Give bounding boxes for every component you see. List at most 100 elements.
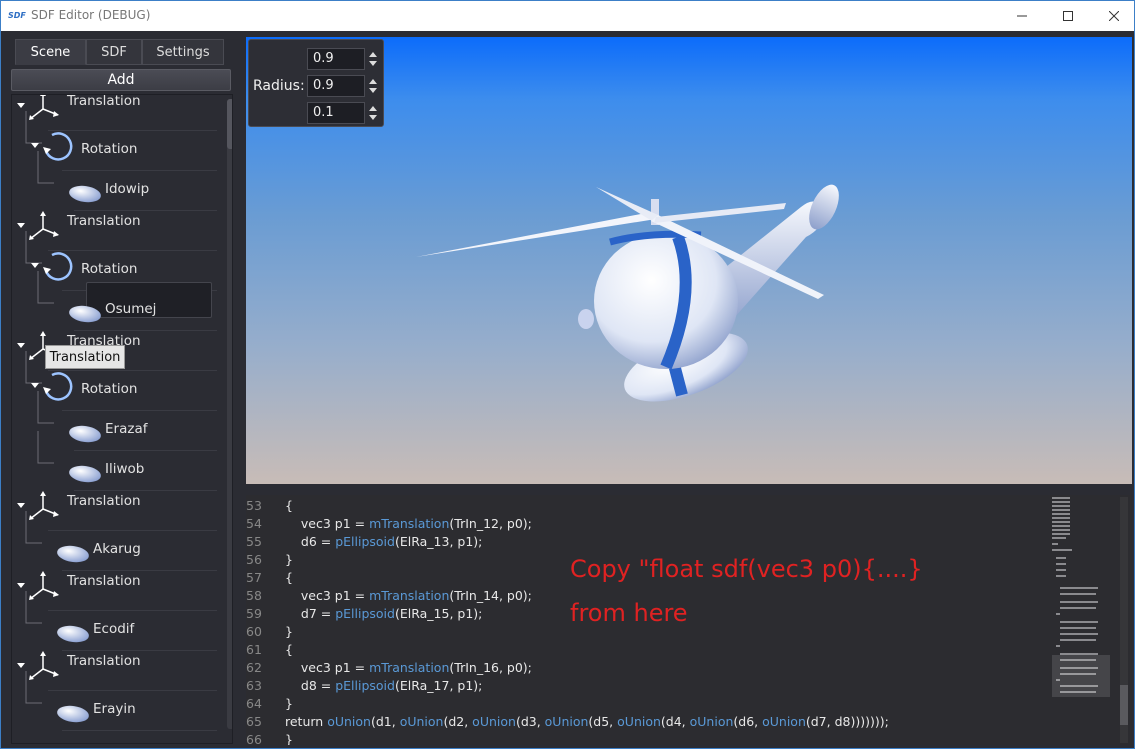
spin-arrows-icon [369, 52, 377, 66]
line-number: 61 [246, 642, 262, 657]
line-number: 55 [246, 534, 262, 549]
code-token: d6 = [285, 534, 336, 549]
code-scrollbar-thumb[interactable] [1120, 685, 1128, 725]
code-line[interactable]: 55 d6 = pEllipsoid(ElRa_13, p1); [246, 534, 482, 552]
code-token: (TrIn_16, p0); [449, 660, 532, 675]
expand-arrow-icon[interactable] [30, 261, 40, 269]
code-token: (ElRa_17, p1); [394, 678, 483, 693]
tree-scrollbar-thumb[interactable] [227, 99, 232, 149]
code-token: (d6, [733, 714, 763, 729]
expand-arrow-icon[interactable] [16, 661, 26, 669]
code-token: (TrIn_12, p0); [449, 516, 532, 531]
radius-spinner-2[interactable] [367, 75, 379, 97]
code-token: (d5, [588, 714, 618, 729]
copy-annotation: Copy "float sdf(vec3 p0){....} from here [570, 547, 923, 635]
tree-item-ellipsoid[interactable]: Akarug [12, 511, 217, 571]
code-token: oUnion [762, 714, 806, 729]
code-line[interactable]: 60} [246, 624, 293, 642]
code-minimap[interactable] [1052, 495, 1110, 745]
code-line[interactable]: 58 vec3 p1 = mTranslation(TrIn_14, p0); [246, 588, 532, 606]
line-number: 54 [246, 516, 262, 531]
code-line[interactable]: 65 return oUnion(d1, oUnion(d2, oUnion(d3… [246, 714, 889, 732]
code-line[interactable]: 63 d8 = pEllipsoid(ElRa_17, p1); [246, 678, 482, 696]
tab-bar: Scene SDF Settings [15, 39, 224, 65]
minimize-button[interactable] [999, 1, 1045, 31]
tree-item-ellipsoid[interactable]: Ecodif [12, 591, 217, 651]
code-token: (d4, [660, 714, 690, 729]
code-line[interactable]: 66} [246, 732, 293, 745]
radius-spinner-1[interactable] [367, 48, 379, 70]
ellipsoid-icon [69, 185, 101, 203]
radius-input-1[interactable]: 0.9 [307, 48, 365, 70]
line-number: 66 [246, 732, 262, 745]
expand-arrow-icon[interactable] [16, 501, 26, 509]
tree-item-ellipsoid[interactable]: Iliwob [12, 431, 217, 491]
code-line[interactable]: 62 vec3 p1 = mTranslation(TrIn_16, p0); [246, 660, 532, 678]
tree-item-label: Translation [67, 213, 141, 229]
tree-connector [25, 671, 42, 704]
code-line[interactable]: 56} [246, 552, 293, 570]
code-token: (d7, d8))))))); [805, 714, 889, 729]
tree-item-label: Translation [67, 493, 141, 509]
code-scrollbar[interactable] [1120, 497, 1128, 743]
tree-item-ellipsoid[interactable]: Osumej [12, 271, 217, 331]
code-token: mTranslation [369, 516, 450, 531]
code-token: oUnion [327, 714, 371, 729]
tab-scene[interactable]: Scene [15, 39, 86, 65]
tree-connector [37, 151, 54, 184]
expand-arrow-icon[interactable] [30, 381, 40, 389]
ellipsoid-icon [57, 545, 89, 563]
radius-spinner-3[interactable] [367, 102, 379, 124]
code-token: } [285, 552, 293, 567]
tree-item-ellipsoid[interactable]: Erayin [12, 671, 217, 731]
code-line[interactable]: 53 { [246, 498, 293, 516]
expand-arrow-icon[interactable] [16, 101, 26, 109]
tab-settings[interactable]: Settings [142, 39, 224, 65]
code-line[interactable]: 59 d7 = pEllipsoid(ElRa_15, p1); [246, 606, 482, 624]
radius-input-2[interactable]: 0.9 [307, 75, 365, 97]
tab-sdf[interactable]: SDF [86, 39, 142, 65]
close-button[interactable] [1091, 1, 1135, 31]
expand-arrow-icon[interactable] [16, 581, 26, 589]
minimize-icon [1017, 15, 1027, 17]
tree-item-label: Translation [67, 94, 141, 109]
tree-item-label: Akarug [93, 541, 141, 557]
code-line[interactable]: 54 vec3 p1 = mTranslation(TrIn_12, p0); [246, 516, 532, 534]
spin-arrows-icon [369, 106, 377, 120]
title-bar[interactable]: SDF SDF Editor (DEBUG) [1, 1, 1134, 31]
tree-connector [25, 591, 42, 624]
tree-item-label: Iliwob [105, 461, 145, 477]
app-window: SDF SDF Editor (DEBUG) Scene SDF Setting… [0, 0, 1135, 749]
code-token: { [285, 570, 293, 585]
tree-scrollbar[interactable] [227, 99, 232, 729]
line-number: 62 [246, 660, 262, 675]
code-token: return [285, 714, 328, 729]
line-number: 58 [246, 588, 262, 603]
expand-arrow-icon[interactable] [30, 141, 40, 149]
expand-arrow-icon[interactable] [16, 221, 26, 229]
ellipsoid-icon [69, 425, 101, 443]
maximize-button[interactable] [1045, 1, 1091, 31]
spin-arrows-icon [369, 79, 377, 93]
ellipsoid-icon [57, 705, 89, 723]
copy-annotation-line-2: from here [570, 599, 688, 627]
tree-connector [37, 271, 54, 304]
code-token: } [285, 732, 293, 745]
code-line[interactable]: 57 { [246, 570, 293, 588]
tree-item-label: Erazaf [105, 421, 148, 437]
code-line[interactable]: 64} [246, 696, 293, 714]
scene-tree[interactable]: Translation Rotation Idowip Translation Rota… [11, 94, 233, 744]
expand-arrow-icon[interactable] [16, 341, 26, 349]
app-icon: SDF [8, 11, 26, 20]
tree-item-ellipsoid[interactable]: Idowip [12, 151, 217, 211]
code-line[interactable]: 61 { [246, 642, 293, 660]
tree-item-label: Translation [67, 573, 141, 589]
splitter[interactable] [246, 485, 1132, 495]
code-editor[interactable]: 53{54 vec3 p1 = mTranslation(TrIn_12, p0… [246, 495, 1132, 745]
render-viewport[interactable]: Radius: 0.9 0.9 0.1 [246, 37, 1132, 484]
code-token: oUnion [472, 714, 516, 729]
add-button[interactable]: Add [11, 69, 231, 91]
radius-input-3[interactable]: 0.1 [307, 102, 365, 124]
tree-item-label: Translation [67, 653, 141, 669]
tree-connector [37, 431, 54, 464]
